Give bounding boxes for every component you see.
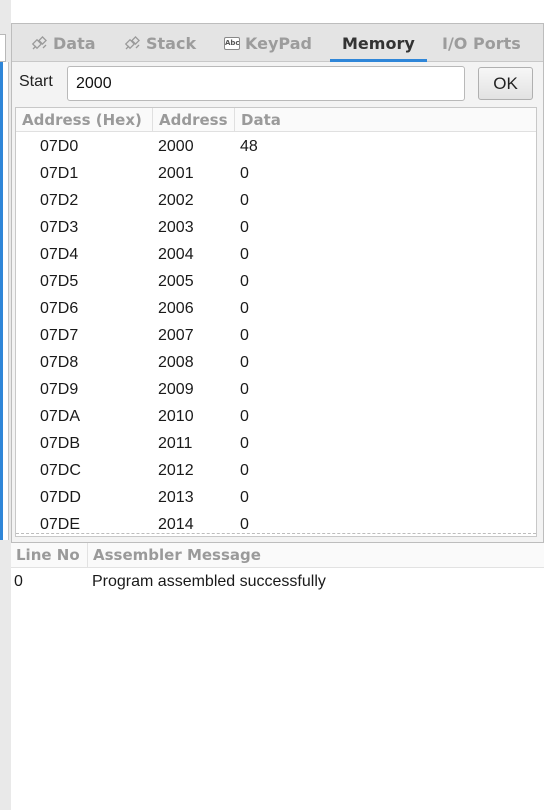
address-cell: 2001	[158, 165, 194, 182]
message-text: Program assembled successfully	[92, 573, 326, 590]
data-cell: 0	[240, 435, 249, 452]
tab-data[interactable]: Data	[31, 24, 96, 62]
address-cell: 2006	[158, 300, 194, 317]
start-address-input[interactable]: 2000	[67, 66, 465, 101]
address-cell: 2009	[158, 381, 194, 398]
data-cell: 0	[240, 192, 249, 209]
hex-address-cell: 07D1	[40, 165, 79, 182]
data-cell: 0	[240, 165, 249, 182]
left-pane-edge	[0, 0, 11, 810]
hex-address-cell: 07D5	[40, 273, 79, 290]
address-cell: 2000	[158, 138, 194, 155]
hex-address-cell: 07D4	[40, 246, 79, 263]
address-cell: 2008	[158, 354, 194, 371]
tab-label: Data	[53, 33, 96, 53]
table-row[interactable]: 07D5 2005 0	[16, 267, 536, 294]
data-cell: 0	[240, 219, 249, 236]
data-cell: 0	[240, 381, 249, 398]
ok-button[interactable]: OK	[478, 67, 533, 100]
assembler-messages-header: Line No Assembler Message	[11, 543, 544, 568]
table-row[interactable]: 07D4 2004 0	[16, 240, 536, 267]
tab-label: KeyPad	[245, 33, 312, 53]
data-cell: 0	[240, 246, 249, 263]
tab-keypad[interactable]: Abc KeyPad	[224, 24, 312, 62]
hex-address-cell: 07D2	[40, 192, 79, 209]
memory-table-body: 07D0 2000 48 07D1 2001 0 07D2 2002 0 07D3 2003 0 07D…	[16, 132, 536, 536]
start-label: Start	[19, 73, 53, 90]
table-row[interactable]: 07D3 2003 0	[16, 213, 536, 240]
column-header-address-hex[interactable]: Address (Hex)	[16, 108, 153, 132]
hex-address-cell: 07DD	[40, 489, 81, 506]
hex-address-cell: 07DC	[40, 462, 81, 479]
assembler-message-row[interactable]: 0 Program assembled successfully	[11, 569, 544, 595]
address-cell: 2005	[158, 273, 194, 290]
table-row[interactable]: 07DD 2013 0	[16, 483, 536, 510]
tab-label: Stack	[146, 33, 197, 53]
left-pane-list-edge[interactable]	[3, 62, 9, 540]
memory-table[interactable]: Address (Hex) Address Data 07D0 2000 48 07D…	[15, 107, 537, 537]
data-cell: 0	[240, 462, 249, 479]
column-header-data[interactable]: Data	[235, 108, 295, 132]
data-cell: 0	[240, 273, 249, 290]
memory-pane: Data Stack Abc KeyPad Memory I/O Ports S…	[11, 23, 544, 543]
active-tab-indicator	[330, 59, 427, 62]
left-pane-input-edge[interactable]	[0, 34, 6, 62]
table-row[interactable]: 07DA 2010 0	[16, 402, 536, 429]
table-row[interactable]: 07DB 2011 0	[16, 429, 536, 456]
data-cell: 0	[240, 408, 249, 425]
address-cell: 2010	[158, 408, 194, 425]
table-row[interactable]: 07D2 2002 0	[16, 186, 536, 213]
tab-memory[interactable]: Memory	[330, 24, 427, 62]
data-cell: 48	[240, 138, 258, 155]
address-cell: 2002	[158, 192, 194, 209]
table-row[interactable]: 07D0 2000 48	[16, 132, 536, 159]
keypad-icon: Abc	[224, 36, 240, 50]
chip-icon	[124, 36, 140, 50]
address-cell: 2007	[158, 327, 194, 344]
data-cell: 0	[240, 489, 249, 506]
address-cell: 2011	[158, 435, 193, 452]
table-row[interactable]: 07D7 2007 0	[16, 321, 536, 348]
table-row[interactable]: 07DC 2012 0	[16, 456, 536, 483]
hex-address-cell: 07D0	[40, 138, 79, 155]
hex-address-cell: 07D3	[40, 219, 79, 236]
data-cell: 0	[240, 300, 249, 317]
data-cell: 0	[240, 327, 249, 344]
address-cell: 2013	[158, 489, 194, 506]
column-header-line-no[interactable]: Line No	[11, 543, 88, 568]
address-cell: 2012	[158, 462, 194, 479]
address-cell: 2004	[158, 246, 194, 263]
memory-table-header: Address (Hex) Address Data	[16, 108, 536, 132]
hex-address-cell: 07D7	[40, 327, 79, 344]
hex-address-cell: 07D6	[40, 300, 79, 317]
table-bottom-divider	[16, 533, 536, 534]
hex-address-cell: 07D8	[40, 354, 79, 371]
address-cell: 2003	[158, 219, 194, 236]
column-header-address[interactable]: Address	[153, 108, 235, 132]
table-row[interactable]: 07D8 2008 0	[16, 348, 536, 375]
tab-label: Memory	[342, 33, 415, 53]
hex-address-cell: 07D9	[40, 381, 79, 398]
table-row[interactable]: 07D1 2001 0	[16, 159, 536, 186]
hex-address-cell: 07DB	[40, 435, 81, 452]
message-line-number: 0	[14, 573, 23, 590]
data-cell: 0	[240, 354, 249, 371]
chip-icon	[31, 36, 47, 50]
hex-address-cell: 07DA	[40, 408, 81, 425]
tab-stack[interactable]: Stack	[124, 24, 196, 62]
table-row[interactable]: 07D9 2009 0	[16, 375, 536, 402]
tab-io-ports[interactable]: I/O Ports	[442, 24, 521, 62]
tab-label: I/O Ports	[442, 33, 521, 53]
column-header-assembler-message[interactable]: Assembler Message	[88, 543, 278, 568]
table-row[interactable]: 07D6 2006 0	[16, 294, 536, 321]
tab-bar: Data Stack Abc KeyPad Memory I/O Ports	[12, 24, 543, 62]
